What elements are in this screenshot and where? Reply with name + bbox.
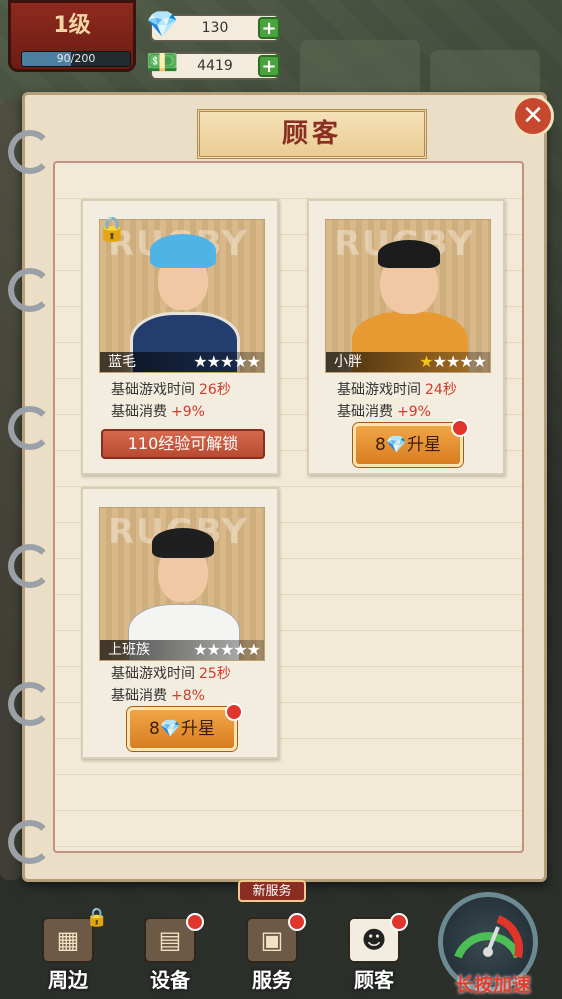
nav-label: 周边 [48, 968, 88, 992]
spend-stat: 基础消费 +9% [337, 401, 431, 421]
diamond-icon: 💎 [146, 10, 179, 40]
xp-progress-bar: 90/200 [21, 51, 131, 67]
customer-card-lanmao[interactable]: RUGBY 蓝毛 ★★★★★ 🔒 基础游戏时间26秒 基础消费+9% 110经验… [81, 199, 279, 475]
customer-hair [150, 234, 216, 268]
nav-item-service[interactable]: ▣ 服务 [232, 911, 312, 993]
play-time-value: 25秒 [199, 666, 231, 682]
star-empty-icon: ★ [246, 640, 261, 659]
notification-dot [451, 419, 469, 437]
spend-label: 基础消费 [111, 404, 167, 420]
cash-icon: 💵 [146, 48, 179, 78]
customer-card-shangbanzu[interactable]: RUGBY 上班族 ★★★★★ 基础游戏时间25秒 基础消费+8% 8💎升星 [81, 487, 279, 759]
customer-portrait: RUGBY 小胖 ★★★★★ [325, 219, 491, 373]
star-empty-icon: ★ [472, 352, 487, 371]
star-empty-icon: ★ [233, 640, 247, 659]
cash-counter: 💵 4419 + [146, 48, 280, 80]
star-rating: ★★★★★ [193, 352, 261, 372]
level-badge[interactable]: 1级 90/200 [8, 0, 136, 72]
spend-value: +8% [171, 688, 205, 704]
upgrade-cost: 8 [149, 719, 160, 739]
spend-value: +9% [171, 404, 205, 420]
play-time-stat: 基础游戏时间 26秒 [111, 379, 231, 399]
star-empty-icon: ★ [219, 640, 234, 659]
star-rating: ★★★★★ [193, 640, 261, 660]
notification-dot [288, 913, 306, 931]
customer-hair [152, 528, 214, 558]
star-empty-icon: ★ [233, 352, 247, 371]
star-rating: ★★★★★ [419, 352, 487, 372]
notification-dot [225, 703, 243, 721]
play-time-stat: 基础游戏时间 25秒 [111, 663, 231, 683]
spend-label: 基础消费 [337, 404, 393, 420]
xp-text: 90/200 [56, 52, 96, 65]
name-band: 小胖 ★★★★★ [326, 352, 490, 372]
star-empty-icon: ★ [246, 352, 261, 371]
background-wall [0, 100, 22, 880]
star-empty-icon: ★ [193, 352, 207, 371]
diamond-icon: 💎 [159, 719, 181, 739]
customer-portrait: RUGBY 上班族 ★★★★★ [99, 507, 265, 661]
nav-label: 顾客 [354, 968, 394, 992]
name-band: 蓝毛 ★★★★★ [100, 352, 264, 372]
diamond-value: 130 [201, 20, 229, 36]
add-cash-button[interactable]: + [258, 55, 280, 77]
play-time-label: 基础游戏时间 [111, 382, 195, 398]
star-empty-icon: ★ [206, 640, 221, 659]
nav-label: 服务 [252, 968, 292, 992]
customer-card-xiaopang[interactable]: RUGBY 小胖 ★★★★★ 基础游戏时间24秒 基础消费+9% 8💎升星 [307, 199, 505, 475]
binder-ring [8, 268, 52, 312]
star-empty-icon: ★ [459, 352, 473, 371]
play-time-value: 26秒 [199, 382, 231, 398]
nav-item-customers[interactable]: ☻ 顾客 [334, 911, 414, 993]
binder-ring [8, 682, 52, 726]
add-diamonds-button[interactable]: + [258, 17, 280, 39]
nav-label: 设备 [150, 968, 190, 992]
lock-icon: 🔒 [85, 907, 108, 928]
upgrade-cost: 8 [375, 435, 386, 455]
panel-title: 顾客 [281, 119, 342, 149]
play-time-stat: 基础游戏时间 24秒 [337, 379, 457, 399]
panel-title-plate: 顾客 [197, 109, 427, 159]
customer-name: 上班族 [108, 642, 150, 658]
upgrade-label: 升星 [407, 435, 441, 455]
binder-ring [8, 544, 52, 588]
spend-stat: 基础消费 +8% [111, 685, 205, 705]
cash-value: 4419 [197, 58, 233, 74]
binder-ring [8, 130, 52, 174]
diamond-counter: 💎 130 + [146, 10, 280, 42]
binder-ring [8, 406, 52, 450]
star-empty-icon: ★ [445, 352, 460, 371]
notification-dot [390, 913, 408, 931]
background-building [300, 40, 420, 100]
upgrade-label: 升星 [181, 719, 215, 739]
notification-dot [186, 913, 204, 931]
star-empty-icon: ★ [193, 640, 207, 659]
star-filled-icon: ★ [419, 352, 433, 371]
name-band: 上班族 ★★★★★ [100, 640, 264, 660]
spend-stat: 基础消费 +9% [111, 401, 205, 421]
play-time-value: 24秒 [425, 382, 457, 398]
close-button[interactable]: ✕ [512, 95, 554, 137]
play-time-label: 基础游戏时间 [111, 666, 195, 682]
star-empty-icon: ★ [432, 352, 447, 371]
nav-item-merch[interactable]: ▦ 🔒 周边 [28, 907, 108, 993]
upgrade-star-button[interactable]: 8💎升星 [127, 707, 237, 751]
star-empty-icon: ★ [206, 352, 221, 371]
unlock-button[interactable]: 110经验可解锁 [101, 429, 265, 459]
play-time-label: 基础游戏时间 [337, 382, 421, 398]
customer-hair [378, 240, 440, 268]
nav-item-equipment[interactable]: ▤ 设备 [130, 911, 210, 993]
star-empty-icon: ★ [219, 352, 234, 371]
level-text: 1级 [53, 13, 91, 38]
customer-name: 小胖 [334, 354, 362, 370]
spend-label: 基础消费 [111, 688, 167, 704]
customer-name: 蓝毛 [108, 354, 136, 370]
binder-ring [8, 820, 52, 864]
spend-value: +9% [397, 404, 431, 420]
diamond-icon: 💎 [385, 435, 407, 455]
upgrade-star-button[interactable]: 8💎升星 [353, 423, 463, 467]
customer-panel: 顾客 RUGBY 蓝毛 ★★★★★ 🔒 基础游戏时间26秒 基础消费+9% 11… [22, 92, 547, 882]
speed-up-label: 长按加速 [454, 974, 531, 996]
lock-icon: 🔒 [97, 215, 127, 243]
